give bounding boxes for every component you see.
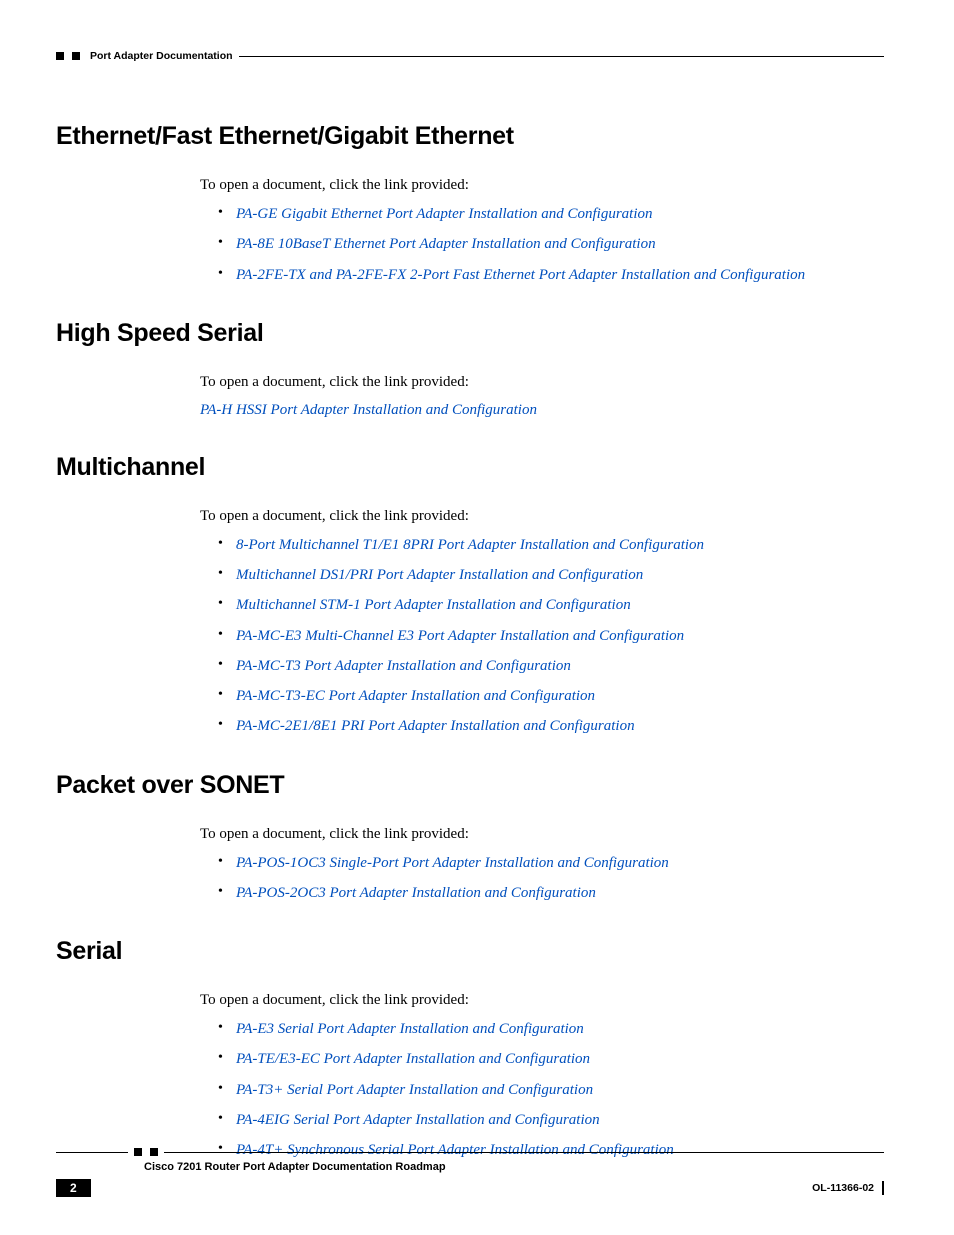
- link-list: PA-GE Gigabit Ethernet Port Adapter Inst…: [218, 204, 884, 285]
- doc-link[interactable]: PA-E3 Serial Port Adapter Installation a…: [236, 1021, 584, 1037]
- doc-link[interactable]: Multichannel DS1/PRI Port Adapter Instal…: [236, 567, 643, 583]
- doc-link[interactable]: PA-4EIG Serial Port Adapter Installation…: [236, 1112, 600, 1128]
- doc-link[interactable]: PA-MC-T3-EC Port Adapter Installation an…: [236, 688, 595, 704]
- divider-vertical: [882, 1181, 884, 1195]
- list-item: PA-TE/E3-EC Port Adapter Installation an…: [218, 1049, 884, 1069]
- section-heading: Packet over SONET: [56, 771, 884, 800]
- section-multichannel: Multichannel To open a document, click t…: [56, 453, 884, 737]
- link-list: 8-Port Multichannel T1/E1 8PRI Port Adap…: [218, 535, 884, 737]
- section-intro: To open a document, click the link provi…: [200, 992, 884, 1009]
- header-rule: Port Adapter Documentation: [56, 50, 884, 62]
- footer-bottom: 2 OL-11366-02: [56, 1179, 884, 1197]
- list-item: 8-Port Multichannel T1/E1 8PRI Port Adap…: [218, 535, 884, 555]
- section-heading: High Speed Serial: [56, 319, 884, 348]
- section-heading: Serial: [56, 937, 884, 966]
- doc-link[interactable]: Multichannel STM-1 Port Adapter Installa…: [236, 597, 631, 613]
- list-item: Multichannel STM-1 Port Adapter Installa…: [218, 595, 884, 615]
- section-intro: To open a document, click the link provi…: [200, 177, 884, 194]
- section-intro: To open a document, click the link provi…: [200, 508, 884, 525]
- section-ethernet: Ethernet/Fast Ethernet/Gigabit Ethernet …: [56, 122, 884, 285]
- doc-link[interactable]: PA-2FE-TX and PA-2FE-FX 2-Port Fast Ethe…: [236, 267, 805, 283]
- link-list: PA-E3 Serial Port Adapter Installation a…: [218, 1019, 884, 1160]
- section-packet-over-sonet: Packet over SONET To open a document, cl…: [56, 771, 884, 904]
- list-item: PA-MC-E3 Multi-Channel E3 Port Adapter I…: [218, 626, 884, 646]
- section-intro: To open a document, click the link provi…: [200, 826, 884, 843]
- footer-doc-title: Cisco 7201 Router Port Adapter Documenta…: [144, 1161, 884, 1173]
- list-item: PA-GE Gigabit Ethernet Port Adapter Inst…: [218, 204, 884, 224]
- doc-link[interactable]: PA-GE Gigabit Ethernet Port Adapter Inst…: [236, 206, 653, 222]
- doc-link[interactable]: PA-MC-2E1/8E1 PRI Port Adapter Installat…: [236, 718, 635, 734]
- list-item: PA-8E 10BaseT Ethernet Port Adapter Inst…: [218, 234, 884, 254]
- divider-line: [56, 1152, 128, 1153]
- list-item: Multichannel DS1/PRI Port Adapter Instal…: [218, 565, 884, 585]
- list-item: PA-POS-1OC3 Single-Port Port Adapter Ins…: [218, 853, 884, 873]
- doc-link[interactable]: 8-Port Multichannel T1/E1 8PRI Port Adap…: [236, 537, 704, 553]
- square-icon: [72, 52, 80, 60]
- section-intro: To open a document, click the link provi…: [200, 374, 884, 391]
- divider-line: [164, 1152, 884, 1153]
- section-heading: Ethernet/Fast Ethernet/Gigabit Ethernet: [56, 122, 884, 151]
- doc-link[interactable]: PA-T3+ Serial Port Adapter Installation …: [236, 1082, 593, 1098]
- list-item: PA-E3 Serial Port Adapter Installation a…: [218, 1019, 884, 1039]
- list-item: PA-4EIG Serial Port Adapter Installation…: [218, 1110, 884, 1130]
- doc-link[interactable]: PA-MC-T3 Port Adapter Installation and C…: [236, 658, 571, 674]
- doc-id: OL-11366-02: [812, 1182, 874, 1194]
- page-footer: Cisco 7201 Router Port Adapter Documenta…: [56, 1148, 884, 1197]
- doc-link[interactable]: PA-H HSSI Port Adapter Installation and …: [200, 402, 537, 418]
- doc-link[interactable]: PA-8E 10BaseT Ethernet Port Adapter Inst…: [236, 236, 656, 252]
- doc-link[interactable]: PA-POS-1OC3 Single-Port Port Adapter Ins…: [236, 855, 669, 871]
- square-icon: [134, 1148, 142, 1156]
- list-item: PA-H HSSI Port Adapter Installation and …: [200, 401, 884, 419]
- list-item: PA-MC-2E1/8E1 PRI Port Adapter Installat…: [218, 716, 884, 736]
- doc-link[interactable]: PA-TE/E3-EC Port Adapter Installation an…: [236, 1051, 590, 1067]
- section-heading: Multichannel: [56, 453, 884, 482]
- section-serial: Serial To open a document, click the lin…: [56, 937, 884, 1160]
- list-item: PA-T3+ Serial Port Adapter Installation …: [218, 1080, 884, 1100]
- square-icon: [56, 52, 64, 60]
- doc-link[interactable]: PA-POS-2OC3 Port Adapter Installation an…: [236, 885, 596, 901]
- square-icon: [150, 1148, 158, 1156]
- breadcrumb: Port Adapter Documentation: [90, 50, 233, 62]
- list-item: PA-MC-T3 Port Adapter Installation and C…: [218, 656, 884, 676]
- link-list: PA-POS-1OC3 Single-Port Port Adapter Ins…: [218, 853, 884, 904]
- list-item: PA-2FE-TX and PA-2FE-FX 2-Port Fast Ethe…: [218, 265, 884, 285]
- doc-link[interactable]: PA-MC-E3 Multi-Channel E3 Port Adapter I…: [236, 628, 684, 644]
- section-high-speed-serial: High Speed Serial To open a document, cl…: [56, 319, 884, 419]
- list-item: PA-POS-2OC3 Port Adapter Installation an…: [218, 883, 884, 903]
- list-item: PA-MC-T3-EC Port Adapter Installation an…: [218, 686, 884, 706]
- footer-rule: [56, 1148, 884, 1156]
- page-number: 2: [56, 1179, 91, 1197]
- divider-line: [239, 56, 884, 57]
